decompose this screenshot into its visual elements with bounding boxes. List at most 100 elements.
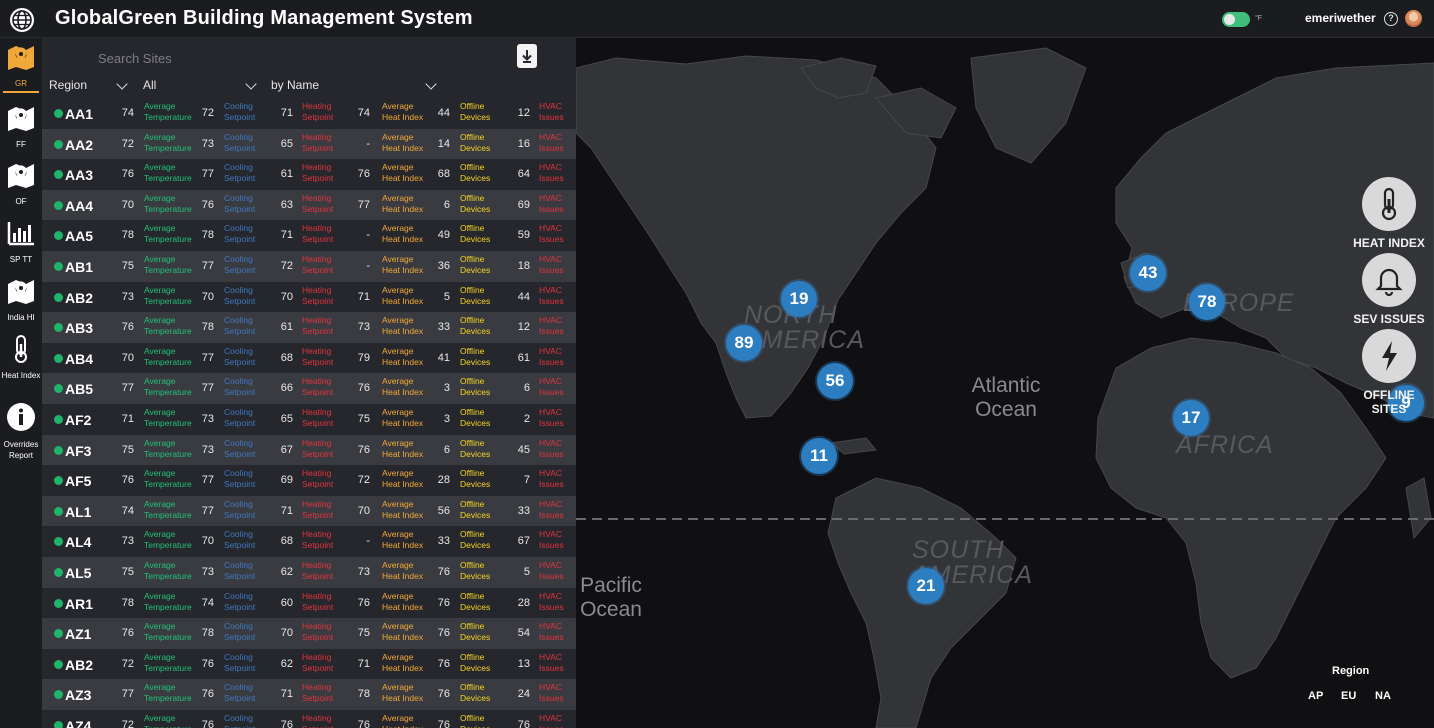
sidebar-item-ff[interactable]: FF: [0, 104, 42, 150]
download-button[interactable]: [517, 44, 537, 68]
table-row[interactable]: AB1 75 Average Temperature 77 Cooling Setpoint…: [42, 250, 576, 282]
chevron-down-icon[interactable]: [116, 78, 128, 90]
table-row[interactable]: AZ3 77 Average Temperature 76 Cooling Setpoint…: [42, 679, 576, 710]
region-filter[interactable]: Region: [49, 78, 87, 92]
site-cluster-marker[interactable]: 19: [781, 281, 817, 317]
site-name[interactable]: AZ3: [65, 687, 91, 703]
hvac-label: HVACIssues: [539, 253, 564, 275]
site-name[interactable]: AB3: [65, 320, 93, 336]
table-row[interactable]: AF3 75 Average Temperature 73 Cooling Setpoint…: [42, 434, 576, 466]
hvac-label: HVACIssues: [539, 315, 564, 337]
site-name[interactable]: AL1: [65, 504, 91, 520]
table-row[interactable]: AL4 73 Average Temperature 70 Cooling Setpoint…: [42, 526, 576, 557]
ocean-label: Pacific Ocean: [580, 574, 642, 621]
table-row[interactable]: AA5 78 Average Temperature 78 Cooling Setpoint…: [42, 220, 576, 251]
table-row[interactable]: AB3 76 Average Temperature 78 Cooling Setpoint…: [42, 312, 576, 343]
site-name[interactable]: AF5: [65, 473, 91, 489]
region-na[interactable]: NA: [1375, 690, 1391, 702]
site-name[interactable]: AL5: [65, 565, 91, 581]
site-name[interactable]: AB2: [65, 290, 93, 306]
hvac-label: HVACIssues: [539, 376, 564, 398]
site-name[interactable]: AR1: [65, 596, 93, 612]
status-dot: [54, 231, 63, 241]
site-name[interactable]: AF2: [65, 412, 91, 428]
heat-value: 65: [280, 137, 293, 150]
cool-value: 76: [201, 718, 214, 728]
site-cluster-marker[interactable]: 56: [817, 363, 853, 399]
table-row[interactable]: AF5 76 Average Temperature 77 Cooling Setpoint…: [42, 465, 576, 496]
site-cluster-marker[interactable]: 17: [1173, 400, 1209, 436]
sidebar-item-heat-index[interactable]: Heat Index: [0, 335, 42, 381]
status-dot: [54, 292, 63, 302]
avg-value: 77: [121, 688, 134, 701]
heat-value: 66: [280, 382, 293, 395]
sidebar-item-of[interactable]: OF: [0, 161, 42, 207]
table-row[interactable]: AB5 77 Average Temperature 77 Cooling Setpoint…: [42, 373, 576, 404]
sidebar-item-label: OF: [15, 197, 27, 206]
table-row[interactable]: AF2 71 Average Temperature 73 Cooling Setpoint…: [42, 403, 576, 435]
region-eu[interactable]: EU: [1341, 690, 1356, 702]
table-row[interactable]: AA1 74 Average Temperature 72 Cooling Setpoint…: [42, 98, 576, 129]
continent-label: AFRICA: [1176, 431, 1274, 459]
table-row[interactable]: AA4 70 Average Temperature 76 Cooling Setpoint…: [42, 189, 576, 221]
sidebar-item-overrides-report[interactable]: Overrides Report: [0, 402, 42, 461]
unit-toggle[interactable]: [1222, 12, 1250, 27]
site-name[interactable]: AA5: [65, 228, 93, 244]
table-row[interactable]: AL5 75 Average Temperature 73 Cooling Setpoint…: [42, 556, 576, 588]
username[interactable]: emeriwether: [1305, 11, 1376, 25]
table-row[interactable]: AR1 78 Average Temperature 74 Cooling Setpoint…: [42, 587, 576, 619]
table-row[interactable]: AA2 72 Average Temperature 73 Cooling Setpoint…: [42, 128, 576, 160]
site-name[interactable]: AB1: [65, 259, 93, 275]
sev-issues-button[interactable]: [1362, 253, 1416, 307]
region-legend-title: Region: [1332, 665, 1370, 677]
site-name[interactable]: AF3: [65, 443, 91, 459]
site-name[interactable]: AA3: [65, 167, 93, 183]
avatar[interactable]: [1405, 10, 1422, 27]
region-ap[interactable]: AP: [1308, 690, 1323, 702]
hvac-value: 6: [523, 382, 530, 395]
table-row[interactable]: AB4 70 Average Temperature 77 Cooling Setpoint…: [42, 342, 576, 374]
site-cluster-marker[interactable]: 89: [726, 325, 762, 361]
table-row[interactable]: AB2 73 Average Temperature 70 Cooling Setpoint…: [42, 281, 576, 313]
heat-value: 71: [280, 107, 293, 119]
site-name[interactable]: AZ1: [65, 626, 91, 642]
site-name[interactable]: AL4: [65, 534, 91, 550]
hi-value: -: [366, 259, 370, 272]
scope-filter[interactable]: All: [143, 78, 156, 92]
sort-filter[interactable]: by Name: [271, 78, 319, 92]
site-cluster-marker[interactable]: 21: [908, 568, 944, 604]
table-row[interactable]: AA3 76 Average Temperature 77 Cooling Setpoint…: [42, 159, 576, 190]
site-name[interactable]: AB2: [65, 657, 93, 673]
hvac-value: 76: [517, 718, 530, 728]
chevron-down-icon[interactable]: [425, 78, 437, 90]
site-cluster-marker[interactable]: 78: [1189, 284, 1225, 320]
site-cluster-marker[interactable]: 43: [1130, 255, 1166, 291]
offline-sites-button[interactable]: [1362, 329, 1416, 383]
site-name[interactable]: AA2: [65, 137, 93, 153]
sidebar-item-india-hi[interactable]: India HI: [0, 277, 42, 323]
site-name[interactable]: AA1: [65, 106, 93, 122]
chevron-down-icon[interactable]: [245, 78, 257, 90]
avg-value: 71: [121, 412, 134, 425]
site-cluster-marker[interactable]: 11: [801, 438, 837, 474]
site-name[interactable]: AZ4: [65, 718, 91, 728]
cool-value: 77: [201, 474, 214, 487]
table-row[interactable]: AZ1 76 Average Temperature 78 Cooling Setpoint…: [42, 618, 576, 649]
site-name[interactable]: AB5: [65, 381, 93, 397]
avg-value: 78: [121, 229, 134, 242]
table-row[interactable]: AL1 74 Average Temperature 77 Cooling Setpoint…: [42, 495, 576, 527]
site-name[interactable]: AA4: [65, 198, 93, 214]
world-map[interactable]: NORTHAMERICA EUROPE AFRICA SOUTHAMERICA …: [576, 38, 1434, 728]
sidebar-item-sp-tt[interactable]: SP TT: [0, 219, 42, 265]
table-row[interactable]: AB2 72 Average Temperature 76 Cooling Setpoint…: [42, 648, 576, 680]
hvac-value: 2: [523, 412, 530, 425]
sidebar-item-gr[interactable]: GR: [0, 43, 42, 93]
cool-value: 76: [201, 657, 214, 670]
site-name[interactable]: AB4: [65, 351, 93, 367]
cool-value: 72: [201, 107, 214, 119]
heat-index-button[interactable]: [1362, 177, 1416, 231]
help-icon[interactable]: ?: [1384, 12, 1398, 26]
hi-value: 76: [357, 382, 370, 395]
table-row[interactable]: AZ472AverageTemperature76CoolingSetpoint…: [42, 709, 576, 728]
search-input[interactable]: [98, 48, 498, 68]
